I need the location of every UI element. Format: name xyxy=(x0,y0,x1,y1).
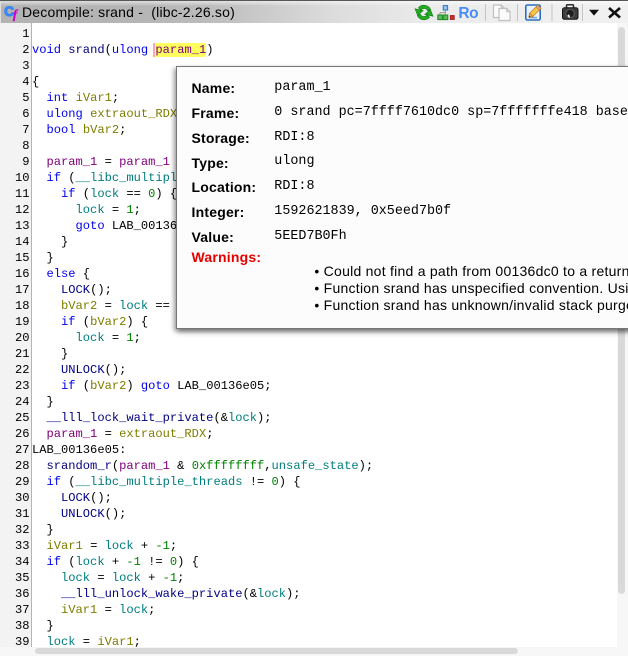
svg-text:Ro: Ro xyxy=(458,5,478,22)
svg-text:f: f xyxy=(13,7,19,21)
